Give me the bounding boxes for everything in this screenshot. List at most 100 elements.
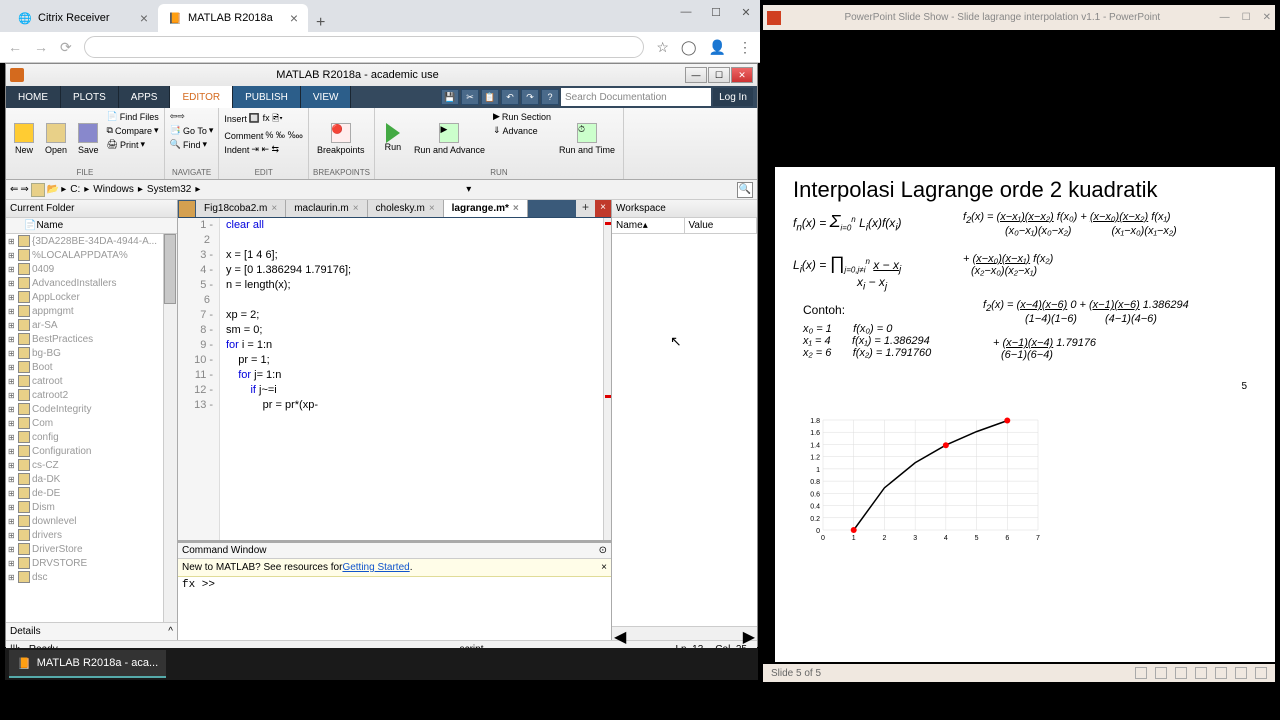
file-item[interactable]: ⊞0409 [6, 262, 177, 276]
command-prompt[interactable]: fx >> [178, 577, 611, 640]
file-item[interactable]: ⊞BestPractices [6, 332, 177, 346]
search-input[interactable]: Search Documentation [561, 88, 711, 106]
redo-icon[interactable]: ↷ [521, 89, 539, 105]
back-icon[interactable]: ← [8, 39, 22, 55]
goto-button[interactable]: ⇦⇨ [169, 110, 215, 123]
tab-publish[interactable]: PUBLISH [233, 86, 301, 108]
close-icon[interactable]: ✕ [1263, 12, 1271, 23]
run-button[interactable]: Run [379, 110, 407, 168]
comment-button[interactable]: Comment % ‰ ‱ [223, 129, 304, 142]
new-file-button[interactable]: + [576, 200, 595, 217]
code-editor[interactable]: 1-2 3-4-5-6 7-8-9-10-11-12-13- clear all… [178, 218, 611, 540]
close-icon[interactable]: × [353, 203, 359, 214]
close-button[interactable]: ✕ [731, 67, 753, 83]
reload-icon[interactable]: ⟳ [60, 39, 72, 56]
getting-started-link[interactable]: Getting Started [342, 562, 409, 573]
toolstrip-icon[interactable]: 💾 [441, 89, 459, 105]
file-item[interactable]: ⊞DriverStore [6, 542, 177, 556]
maximize-icon[interactable]: ☐ [1242, 12, 1251, 23]
path-segment[interactable]: C: [68, 184, 82, 195]
editor-tab[interactable]: cholesky.m× [368, 200, 444, 217]
toolstrip-icon[interactable]: 📋 [481, 89, 499, 105]
file-item[interactable]: ⊞ar-SA [6, 318, 177, 332]
file-list[interactable]: ⊞{3DA228BE-34DA-4944-A...⊞%LOCALAPPDATA%… [6, 234, 177, 622]
column-header[interactable]: Value [685, 218, 758, 233]
view-icon[interactable] [1215, 667, 1227, 679]
address-bar[interactable] [84, 36, 645, 58]
find-files-button[interactable]: 📄Find Files [106, 110, 160, 123]
folder-icon[interactable] [31, 183, 45, 197]
profile-icon[interactable]: 👤 [709, 39, 726, 56]
file-item[interactable]: ⊞drivers [6, 528, 177, 542]
file-item[interactable]: ⊞CodeIntegrity [6, 402, 177, 416]
run-advance-button[interactable]: ▶Run and Advance [410, 110, 489, 168]
open-button[interactable]: Open [41, 110, 71, 168]
run-time-button[interactable]: ⏱Run and Time [555, 110, 619, 168]
browser-tab-matlab[interactable]: 📙 MATLAB R2018a × [158, 4, 308, 32]
maximize-icon[interactable]: ☐ [710, 6, 722, 19]
file-item[interactable]: ⊞Boot [6, 360, 177, 374]
file-item[interactable]: ⊞da-DK [6, 472, 177, 486]
file-item[interactable]: ⊞%LOCALAPPDATA% [6, 248, 177, 262]
find-button[interactable]: 🔍Find▾ [169, 138, 215, 151]
file-item[interactable]: ⊞catroot2 [6, 388, 177, 402]
file-item[interactable]: ⊞catroot [6, 374, 177, 388]
view-icon[interactable] [1175, 667, 1187, 679]
run-section-button[interactable]: ▶Run Section [492, 110, 552, 123]
compare-button[interactable]: ⧉Compare▾ [106, 124, 160, 137]
menu-icon[interactable]: ⋮ [738, 39, 752, 56]
view-icon[interactable] [1255, 667, 1267, 679]
view-icon[interactable] [1195, 667, 1207, 679]
close-icon[interactable]: × [271, 203, 277, 214]
advance-button[interactable]: ⇓Advance [492, 124, 552, 137]
path-segment[interactable]: System32 [145, 184, 193, 195]
close-panel-icon[interactable]: × [595, 200, 611, 217]
close-icon[interactable]: × [290, 10, 298, 26]
file-item[interactable]: ⊞downlevel [6, 514, 177, 528]
minimize-icon[interactable]: — [1220, 12, 1230, 23]
view-icon[interactable] [1235, 667, 1247, 679]
tab-view[interactable]: VIEW [301, 86, 352, 108]
file-item[interactable]: ⊞de-DE [6, 486, 177, 500]
search-icon[interactable]: 🔍 [737, 182, 753, 198]
new-button[interactable]: New [10, 110, 38, 168]
browser-tab-citrix[interactable]: 🌐 Citrix Receiver × [8, 4, 158, 32]
save-button[interactable]: Save [74, 110, 103, 168]
close-icon[interactable]: × [601, 562, 607, 573]
tab-apps[interactable]: APPS [119, 86, 171, 108]
minimize-icon[interactable]: — [680, 6, 692, 19]
indent-button[interactable]: Indent ⇥ ⇤ ⇆ [223, 143, 304, 156]
tab-editor[interactable]: EDITOR [170, 86, 233, 108]
close-icon[interactable]: ✕ [740, 6, 752, 19]
file-item[interactable]: ⊞bg-BG [6, 346, 177, 360]
details-label[interactable]: Details [10, 626, 41, 637]
close-icon[interactable]: × [140, 10, 148, 26]
file-item[interactable]: ⊞dsc [6, 570, 177, 584]
circle-icon[interactable]: ◯ [681, 39, 697, 56]
scrollbar[interactable] [163, 234, 177, 622]
tab-home[interactable]: HOME [6, 86, 61, 108]
file-item[interactable]: ⊞{3DA228BE-34DA-4944-A... [6, 234, 177, 248]
file-item[interactable]: ⊞Com [6, 416, 177, 430]
file-item[interactable]: ⊞Configuration [6, 444, 177, 458]
view-icon[interactable] [1155, 667, 1167, 679]
taskbar-item[interactable]: 📙 MATLAB R2018a - aca... [9, 650, 166, 678]
gear-icon[interactable]: ⊙ [599, 545, 607, 556]
file-item[interactable]: ⊞Dism [6, 500, 177, 514]
file-item[interactable]: ⊞AppLocker [6, 290, 177, 304]
editor-tab[interactable]: maclaurin.m× [286, 200, 367, 217]
undo-icon[interactable]: ↶ [501, 89, 519, 105]
minimize-button[interactable]: — [685, 67, 707, 83]
close-icon[interactable]: × [429, 203, 435, 214]
up-icon[interactable]: 📂 [47, 184, 59, 195]
path-segment[interactable]: Windows [91, 184, 136, 195]
insert-button[interactable]: Insert 🔲 fx 🖻▾ [223, 110, 304, 128]
star-icon[interactable]: ☆ [656, 39, 669, 56]
file-item[interactable]: ⊞AdvancedInstallers [6, 276, 177, 290]
column-header[interactable]: Name▴ [612, 218, 685, 233]
print-button[interactable]: 🖨Print▾ [106, 138, 160, 151]
breakpoints-button[interactable]: 🔴Breakpoints [313, 110, 369, 168]
file-item[interactable]: ⊞appmgmt [6, 304, 177, 318]
file-item[interactable]: ⊞cs-CZ [6, 458, 177, 472]
view-icon[interactable] [1135, 667, 1147, 679]
